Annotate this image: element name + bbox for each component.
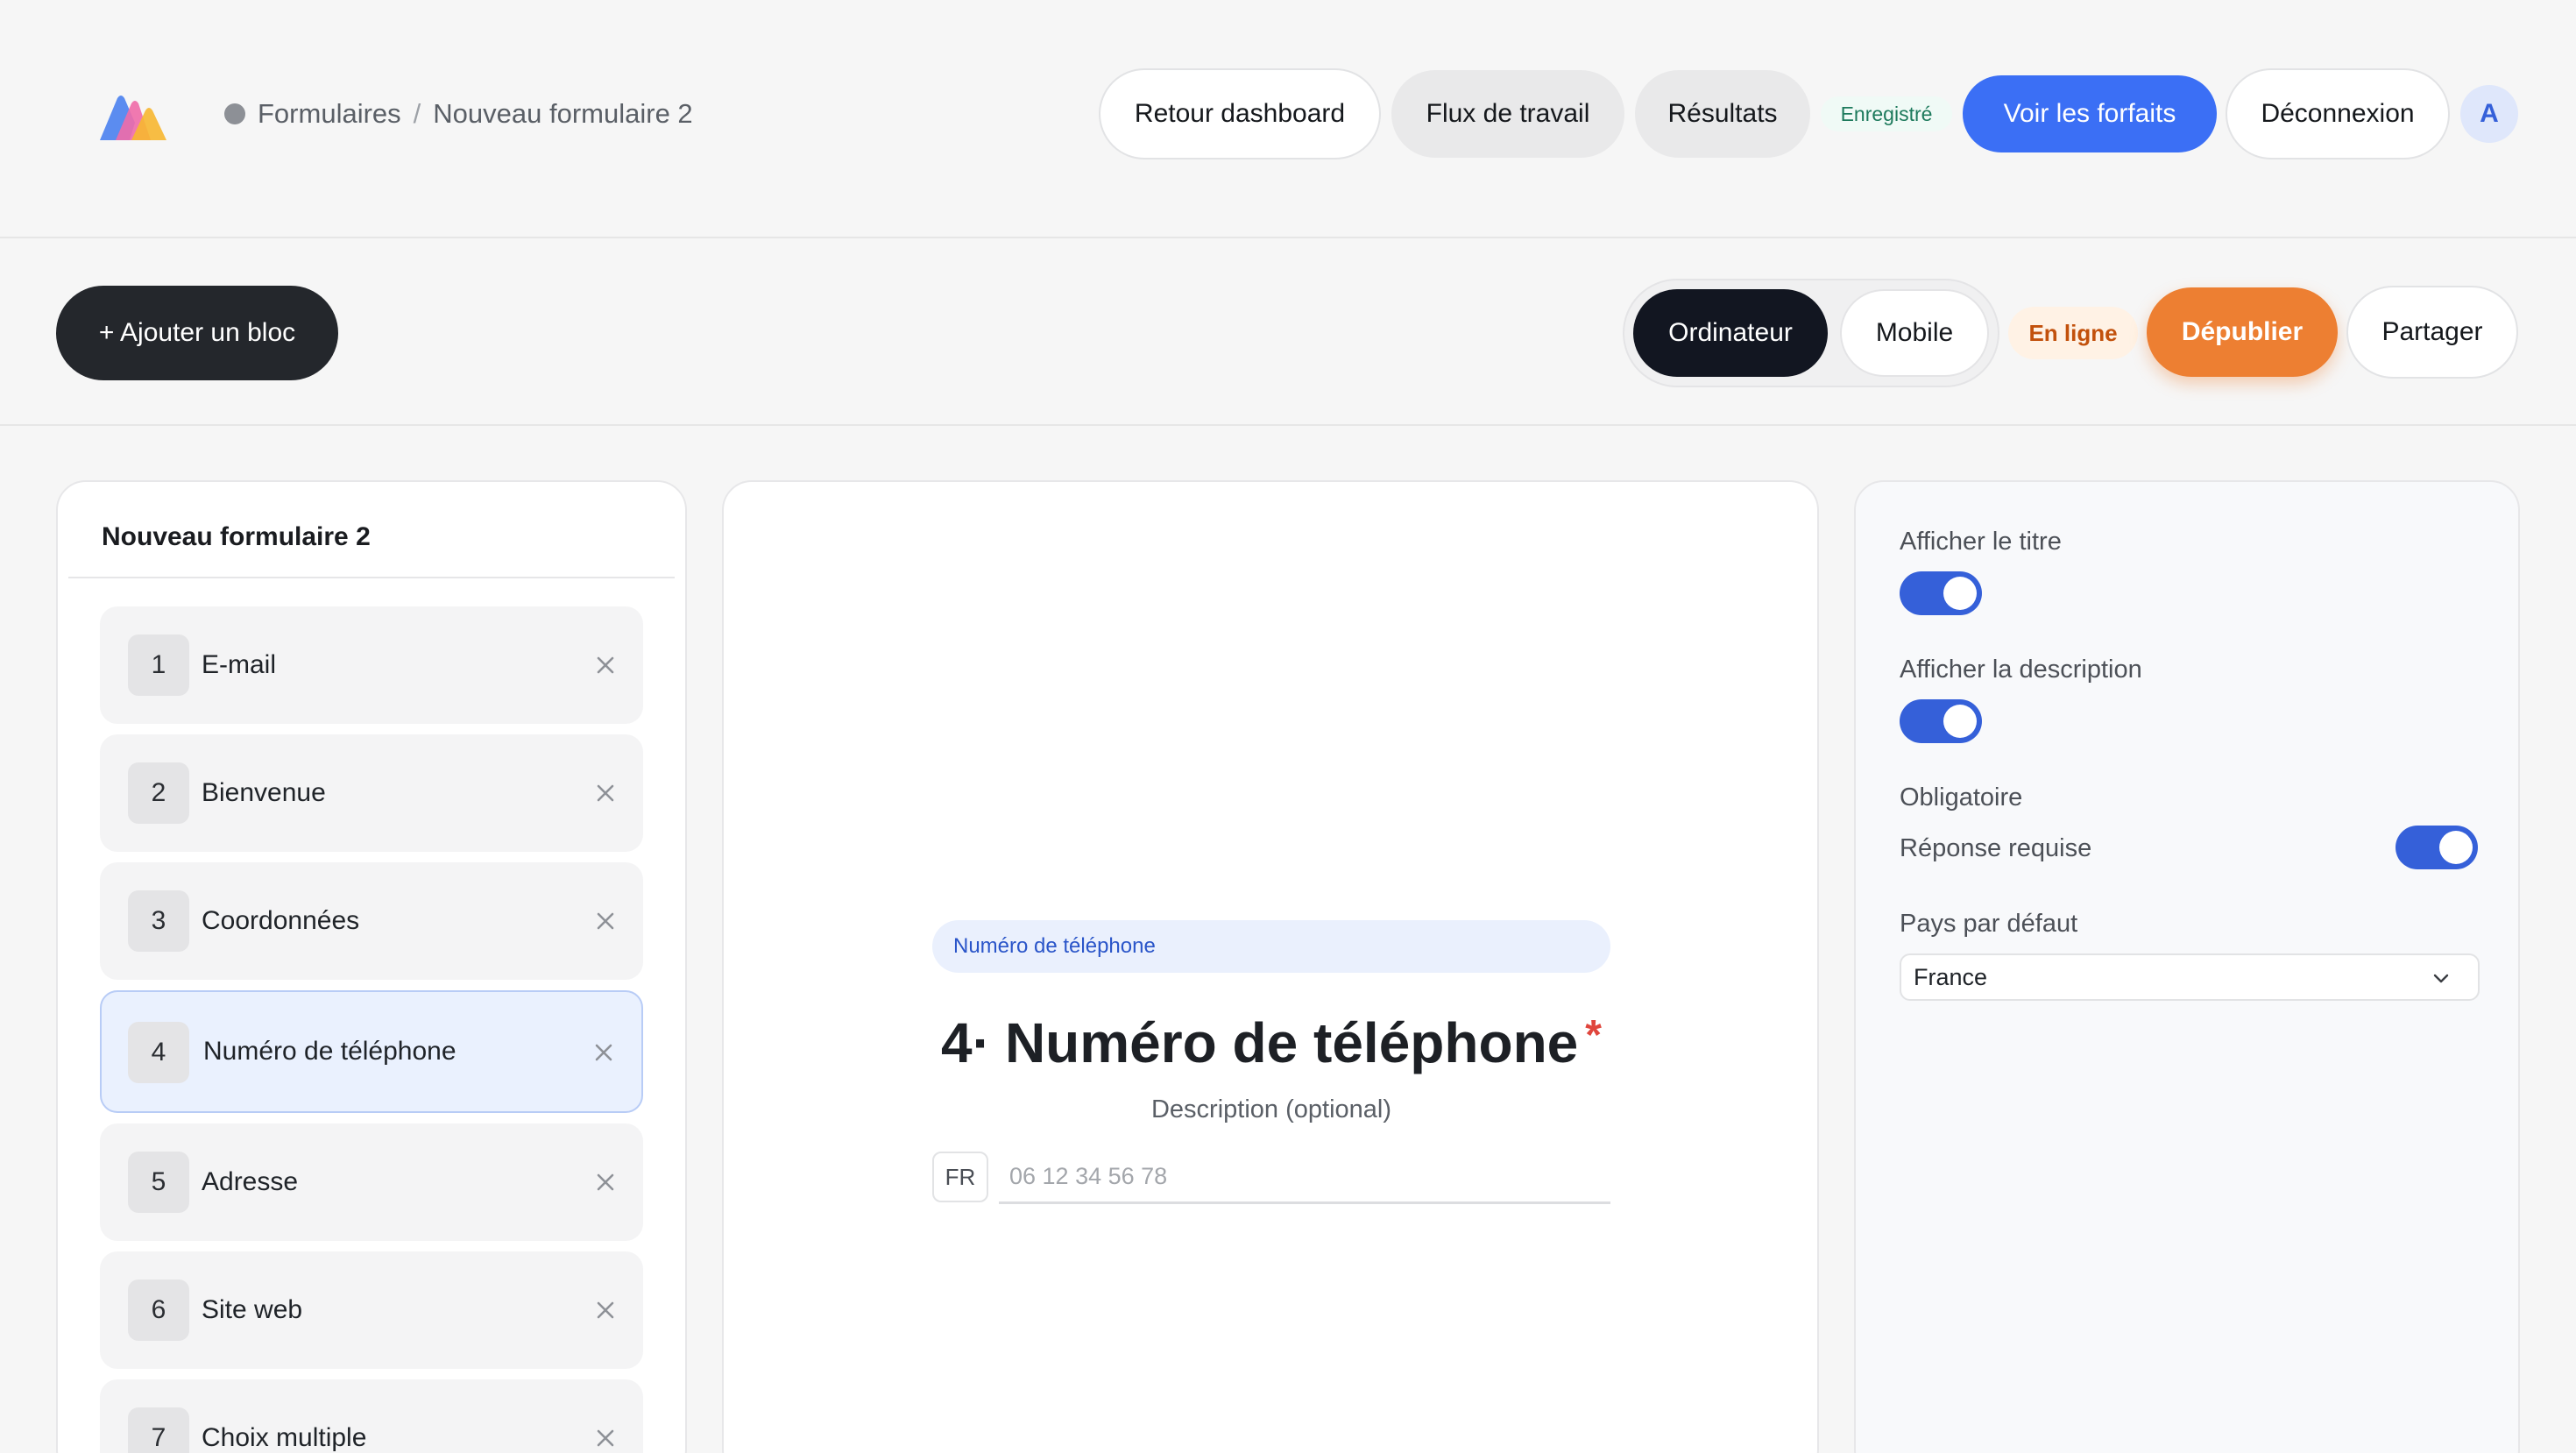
share-button[interactable]: Partager bbox=[2346, 286, 2518, 379]
block-label: Choix multiple bbox=[202, 1423, 367, 1452]
publish-status-badge: En ligne bbox=[2008, 307, 2138, 359]
block-settings-panel: Afficher le titre Afficher la descriptio… bbox=[1854, 480, 2520, 1453]
blocks-panel: Nouveau formulaire 2 1 E-mail 2 Bienvenu… bbox=[56, 480, 687, 1453]
block-number: 1 bbox=[128, 634, 189, 696]
breadcrumb-root-link[interactable]: Formulaires bbox=[258, 98, 401, 130]
required-answer-toggle[interactable] bbox=[2396, 826, 2478, 869]
close-icon[interactable] bbox=[589, 1038, 619, 1067]
block-number: 3 bbox=[128, 890, 189, 952]
logout-button[interactable]: Déconnexion bbox=[2226, 68, 2450, 159]
close-icon[interactable] bbox=[591, 650, 620, 680]
show-description-label: Afficher la description bbox=[1900, 656, 2142, 684]
block-label: Coordonnées bbox=[202, 906, 360, 935]
block-label: Adresse bbox=[202, 1167, 299, 1196]
editor-toolbar: + Ajouter un bloc Ordinateur Mobile En l… bbox=[0, 240, 2576, 426]
block-number: 2 bbox=[128, 762, 189, 824]
results-button[interactable]: Résultats bbox=[1635, 70, 1810, 158]
device-switch: Ordinateur Mobile bbox=[1623, 279, 1999, 387]
question-number: 4· bbox=[941, 1011, 991, 1074]
block-number: 5 bbox=[128, 1152, 189, 1213]
show-description-toggle[interactable] bbox=[1900, 699, 1982, 743]
close-icon[interactable] bbox=[591, 1295, 620, 1325]
block-item[interactable]: 6 Site web bbox=[100, 1251, 643, 1369]
avatar[interactable]: A bbox=[2460, 85, 2518, 143]
close-icon[interactable] bbox=[591, 1167, 620, 1197]
question-title[interactable]: 4· Numéro de téléphone * bbox=[932, 999, 1610, 1087]
block-number: 4 bbox=[128, 1022, 189, 1083]
add-block-button[interactable]: + Ajouter un bloc bbox=[56, 286, 338, 380]
status-dot bbox=[224, 103, 245, 124]
block-item[interactable]: 3 Coordonnées bbox=[100, 862, 643, 980]
block-item[interactable]: 1 E-mail bbox=[100, 606, 643, 724]
block-number: 6 bbox=[128, 1279, 189, 1341]
block-label: Numéro de téléphone bbox=[203, 1037, 456, 1066]
block-label: E-mail bbox=[202, 650, 277, 679]
view-plans-button[interactable]: Voir les forfaits bbox=[1963, 75, 2217, 152]
close-icon[interactable] bbox=[591, 778, 620, 808]
device-desktop-button[interactable]: Ordinateur bbox=[1633, 289, 1828, 377]
block-item[interactable]: 7 Choix multiple bbox=[100, 1379, 643, 1453]
close-icon[interactable] bbox=[591, 906, 620, 936]
required-marker: * bbox=[1585, 1012, 1602, 1059]
close-icon[interactable] bbox=[591, 1423, 620, 1453]
form-title: Nouveau formulaire 2 bbox=[102, 522, 371, 551]
breadcrumb-current: Nouveau formulaire 2 bbox=[433, 98, 693, 129]
block-item-active[interactable]: 4 Numéro de téléphone bbox=[100, 990, 643, 1113]
chevron-down-icon bbox=[2433, 974, 2449, 983]
divider bbox=[68, 577, 675, 578]
form-preview-canvas: Numéro de téléphone 4· Numéro de télépho… bbox=[722, 480, 1819, 1453]
question-text: Numéro de téléphone bbox=[1004, 1011, 1579, 1074]
block-item[interactable]: 2 Bienvenue bbox=[100, 734, 643, 852]
country-code-selector[interactable]: FR bbox=[932, 1152, 988, 1202]
block-type-chip: Numéro de téléphone bbox=[932, 920, 1610, 973]
unpublish-button[interactable]: Dépublier bbox=[2147, 287, 2338, 377]
block-label: Site web bbox=[202, 1295, 303, 1324]
default-country-label: Pays par défaut bbox=[1900, 910, 2078, 938]
device-mobile-button[interactable]: Mobile bbox=[1840, 289, 1989, 377]
app-logo[interactable] bbox=[96, 91, 170, 144]
phone-input[interactable] bbox=[999, 1152, 1610, 1204]
show-title-label: Afficher le titre bbox=[1900, 528, 2062, 556]
back-dashboard-button[interactable]: Retour dashboard bbox=[1099, 68, 1381, 159]
saved-status-badge: Enregistré bbox=[1821, 96, 1952, 131]
top-bar: Formulaires / Nouveau formulaire 2 Retou… bbox=[0, 0, 2576, 238]
breadcrumb: Formulaires / Nouveau formulaire 2 bbox=[224, 96, 693, 131]
question-description[interactable]: Description (optional) bbox=[932, 1095, 1610, 1124]
block-item[interactable]: 5 Adresse bbox=[100, 1123, 643, 1241]
default-country-select[interactable]: France bbox=[1900, 953, 2480, 1001]
required-heading: Obligatoire bbox=[1900, 783, 2023, 812]
workflows-button[interactable]: Flux de travail bbox=[1391, 70, 1624, 158]
default-country-value: France bbox=[1914, 963, 1988, 990]
show-title-toggle[interactable] bbox=[1900, 571, 1982, 615]
required-answer-label: Réponse requise bbox=[1900, 834, 2092, 862]
block-number: 7 bbox=[128, 1407, 189, 1453]
breadcrumb-separator: / bbox=[413, 98, 421, 129]
block-label: Bienvenue bbox=[202, 778, 326, 807]
